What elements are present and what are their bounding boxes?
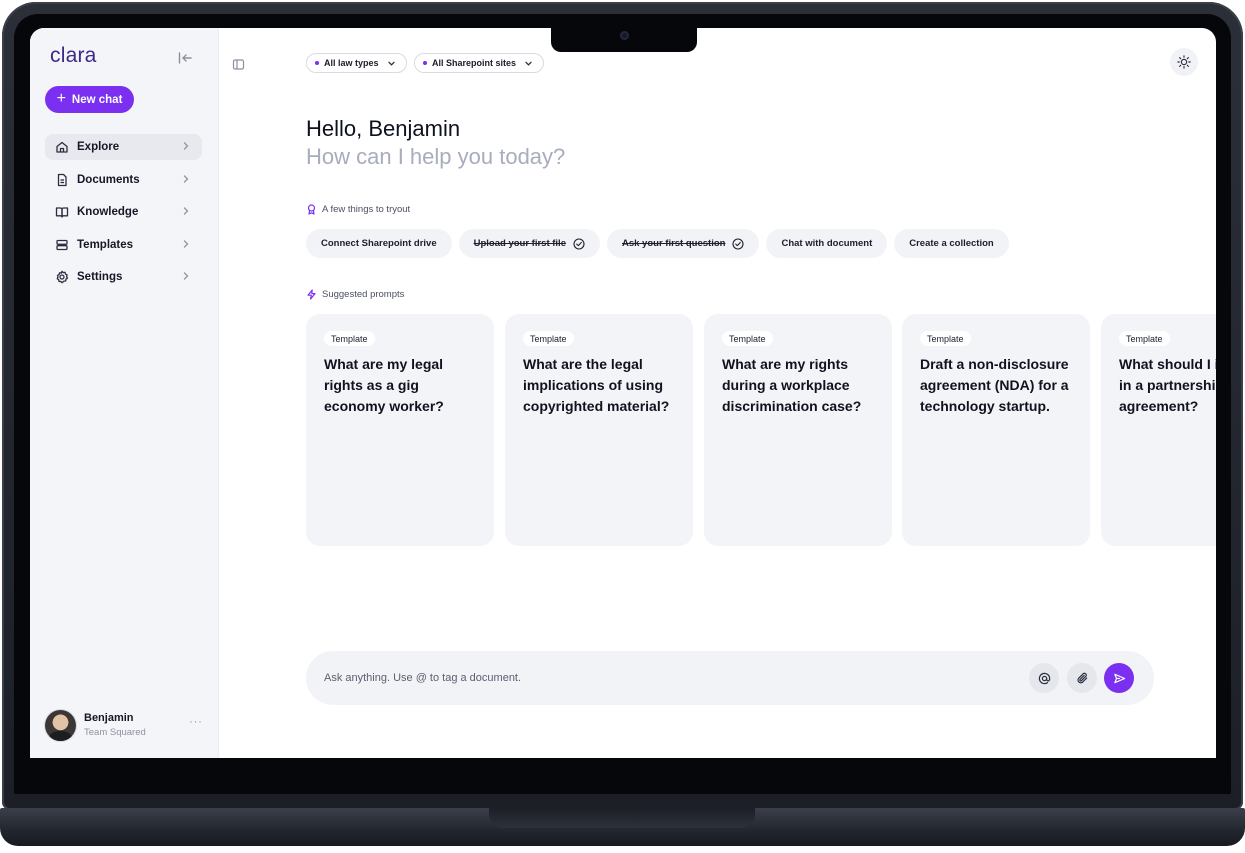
document-icon <box>55 173 69 187</box>
app-logo: clara <box>50 44 97 67</box>
sun-icon <box>1177 55 1191 69</box>
sidebar-item-label: Settings <box>77 271 123 284</box>
paperclip-icon <box>1076 672 1089 685</box>
chevron-right-icon <box>180 270 192 282</box>
chat-composer <box>306 651 1154 705</box>
prompt-text: What are my rights during a workplace di… <box>722 356 862 414</box>
sharepoint-sites-filter[interactable]: All Sharepoint sites <box>414 53 545 73</box>
new-chat-button[interactable]: + New chat <box>45 86 134 113</box>
chevron-down-icon <box>524 59 533 68</box>
template-tag: Template <box>722 331 773 346</box>
chevron-right-icon <box>180 173 192 185</box>
templates-icon <box>55 238 69 252</box>
tryout-label: A few things to tryout <box>322 204 411 215</box>
sidebar-item-label: Knowledge <box>77 206 139 219</box>
tryout-chip-chat-document[interactable]: Chat with document <box>766 229 888 258</box>
sidebar-item-templates[interactable]: Templates <box>45 232 202 258</box>
laptop-hinge-groove <box>489 808 755 828</box>
chevron-down-icon <box>387 59 396 68</box>
sidebar-item-knowledge[interactable]: Knowledge <box>45 199 202 225</box>
user-profile[interactable]: Benjamin Team Squared ··· <box>45 710 205 742</box>
prompt-card[interactable]: Template What are my rights during a wor… <box>704 314 892 546</box>
collapse-sidebar-icon[interactable] <box>177 50 193 66</box>
sidebar-item-label: Explore <box>77 141 120 153</box>
tryout-section-label: A few things to tryout <box>306 204 410 215</box>
home-icon <box>55 140 69 154</box>
check-circle-icon <box>732 237 745 250</box>
gear-icon <box>55 270 69 284</box>
at-sign-icon <box>1038 672 1051 685</box>
chevron-right-icon <box>180 140 192 152</box>
template-tag: Template <box>920 331 971 346</box>
chip-label: Connect Sharepoint drive <box>321 238 437 249</box>
template-tag: Template <box>1119 331 1170 346</box>
prompts-section-label: Suggested prompts <box>306 289 404 300</box>
toggle-panel-icon[interactable] <box>232 58 245 71</box>
prompt-text: What are my legal rights as a gig econom… <box>324 356 444 414</box>
avatar <box>45 710 76 741</box>
law-type-filter[interactable]: All law types <box>306 53 407 73</box>
laptop-base <box>0 808 1245 846</box>
sidebar: clara + New chat Explore Documents Knowl… <box>30 28 219 758</box>
sidebar-item-label: Templates <box>77 238 134 251</box>
check-circle-icon <box>573 237 585 250</box>
prompt-text: What should I include in a partnership a… <box>1119 356 1216 414</box>
user-name: Benjamin <box>84 712 134 724</box>
new-chat-label: New chat <box>71 93 123 106</box>
theme-toggle-button[interactable] <box>1170 48 1198 76</box>
prompt-card[interactable]: Template Draft a non-disclosure agreemen… <box>902 314 1090 546</box>
send-button[interactable] <box>1104 663 1134 693</box>
sidebar-item-settings[interactable]: Settings <box>45 264 202 290</box>
prompt-card[interactable]: Template What should I include in a part… <box>1101 314 1216 546</box>
chip-label: Ask your first question <box>621 238 726 249</box>
badge-icon <box>306 204 317 215</box>
tryout-chips: Connect Sharepoint drive Upload your fir… <box>306 229 1009 258</box>
chat-input[interactable] <box>324 669 924 687</box>
template-tag: Template <box>324 331 375 346</box>
chevron-right-icon <box>180 205 192 217</box>
greeting-title: Hello, Benjamin <box>306 116 461 141</box>
prompt-cards: Template What are my legal rights as a g… <box>306 314 1216 546</box>
template-tag: Template <box>523 331 574 346</box>
send-icon <box>1113 672 1126 685</box>
book-icon <box>55 205 69 219</box>
tryout-chip-create-collection[interactable]: Create a collection <box>894 229 1009 258</box>
prompts-label: Suggested prompts <box>322 289 405 300</box>
tryout-chip-ask-question[interactable]: Ask your first question <box>606 229 760 258</box>
mention-button[interactable] <box>1029 663 1059 693</box>
more-options-icon[interactable]: ··· <box>189 714 203 728</box>
chip-label: Create a collection <box>909 238 994 249</box>
sidebar-item-documents[interactable]: Documents <box>45 167 202 193</box>
attach-button[interactable] <box>1067 663 1097 693</box>
chip-label: Upload your first file <box>473 238 566 249</box>
user-team: Team Squared <box>84 727 146 738</box>
prompt-card[interactable]: Template What are my legal rights as a g… <box>306 314 494 546</box>
prompt-text: What are the legal implications of using… <box>523 356 670 414</box>
prompt-text: Draft a non-disclosure agreement (NDA) f… <box>920 356 1069 414</box>
tryout-chip-upload-file[interactable]: Upload your first file <box>458 229 600 258</box>
status-dot <box>315 61 319 65</box>
sidebar-item-label: Documents <box>77 173 140 186</box>
greeting-subtitle: How can I help you today? <box>306 144 566 169</box>
lightning-icon <box>306 289 317 300</box>
sidebar-nav: Explore Documents Knowledge Templates Se… <box>45 134 202 297</box>
status-dot <box>423 61 427 65</box>
app-window: clara + New chat Explore Documents Knowl… <box>30 28 1216 758</box>
chevron-right-icon <box>180 238 192 250</box>
sidebar-item-explore[interactable]: Explore <box>45 134 202 160</box>
camera-notch <box>551 26 697 52</box>
filter-label: All law types <box>324 58 379 68</box>
tryout-chip-connect-sharepoint[interactable]: Connect Sharepoint drive <box>306 229 452 258</box>
chip-label: Chat with document <box>781 238 873 249</box>
prompt-card[interactable]: Template What are the legal implications… <box>505 314 693 546</box>
filter-label: All Sharepoint sites <box>432 58 517 68</box>
camera-icon <box>620 31 629 40</box>
plus-icon: + <box>56 90 66 107</box>
